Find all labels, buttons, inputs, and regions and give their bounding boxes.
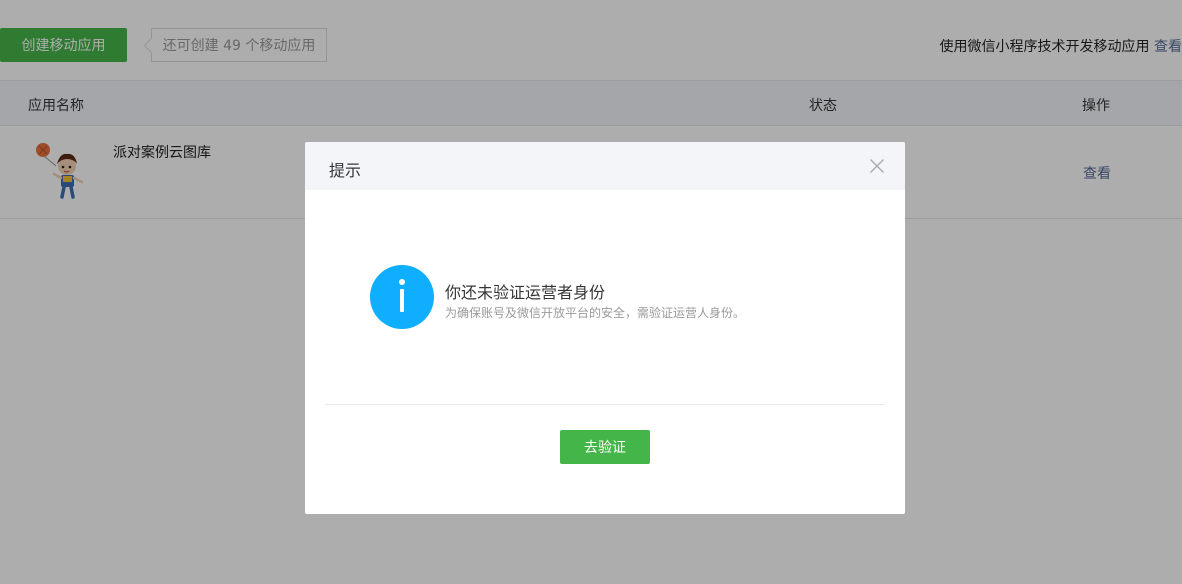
message-description: 为确保账号及微信开放平台的安全，需验证运营人身份。 <box>445 306 746 320</box>
dialog-divider <box>325 404 885 405</box>
verify-identity-dialog: 提示 你还未验证运营者身份 为确保账号及微信开放平台的安全，需验证运营人身份。 … <box>305 142 905 514</box>
info-icon <box>370 265 434 329</box>
message-title: 你还未验证运营者身份 <box>445 283 606 302</box>
close-icon[interactable] <box>869 158 885 174</box>
dialog-header: 提示 <box>305 142 905 190</box>
dialog-title: 提示 <box>329 161 362 180</box>
go-verify-button[interactable]: 去验证 <box>560 430 650 464</box>
